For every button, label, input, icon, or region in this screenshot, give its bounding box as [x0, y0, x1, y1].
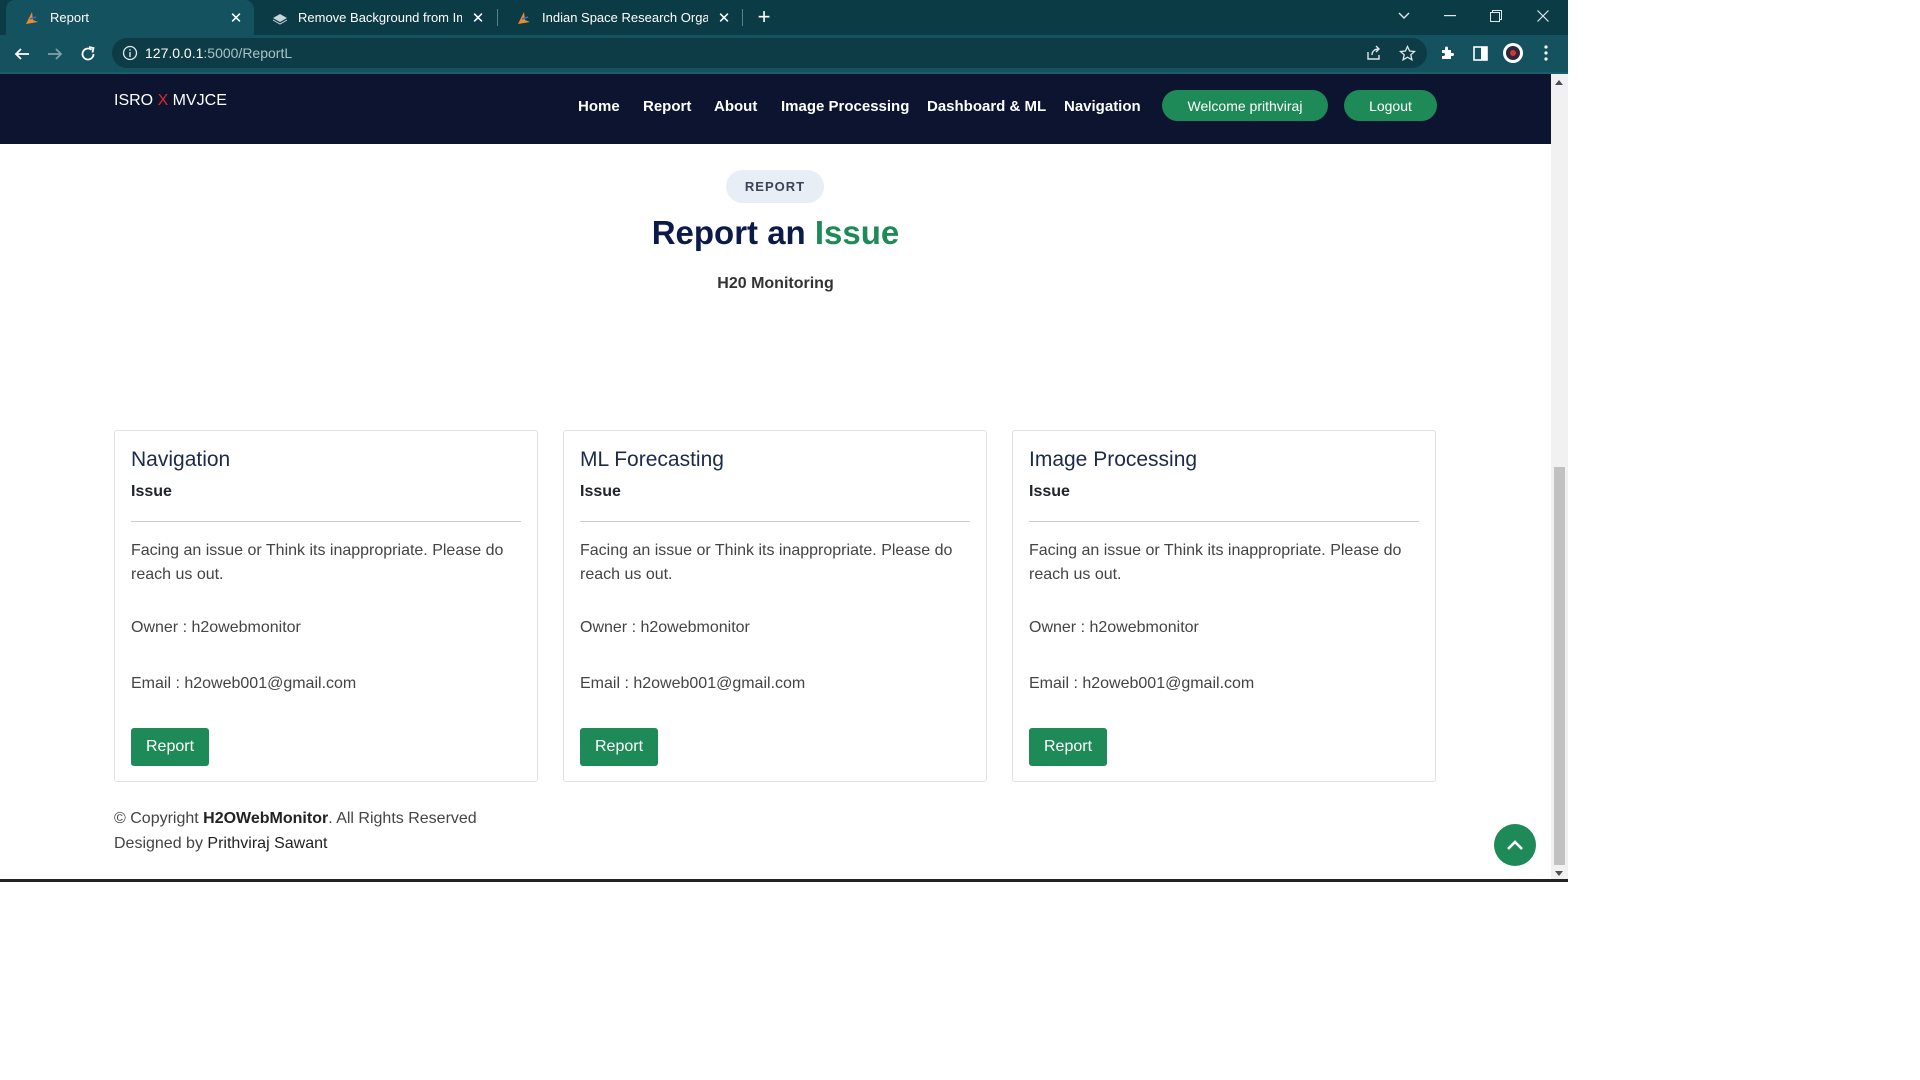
page-subtitle: H20 Monitoring — [717, 275, 834, 292]
card-description: Facing an issue or Think its inappropria… — [131, 542, 504, 583]
nav-navigation[interactable]: Navigation — [1064, 98, 1141, 115]
forward-arrow-icon[interactable] — [42, 41, 68, 67]
site-header: ISRO X MVJCE Home Report About Image Pro… — [0, 74, 1551, 144]
profile-icon[interactable] — [1501, 41, 1525, 65]
close-tab-icon[interactable]: ✕ — [716, 10, 732, 27]
url-path: :5000/ReportL — [203, 45, 293, 61]
nav-home[interactable]: Home — [578, 98, 620, 115]
logo-x: X — [157, 92, 169, 109]
close-tab-icon[interactable]: ✕ — [470, 10, 486, 27]
copyright-prefix: © Copyright — [114, 810, 204, 827]
url-host: 127.0.0.1 — [145, 45, 204, 61]
logout-button[interactable]: Logout — [1344, 90, 1437, 121]
card-email: Email : h2oweb001@gmail.com — [580, 675, 806, 692]
card-title: Navigation — [131, 448, 231, 471]
card-owner: Owner : h2owebmonitor — [131, 619, 301, 636]
scroll-up-arrow-icon[interactable] — [1555, 80, 1563, 85]
browser-tab-report[interactable]: Report ✕ — [6, 0, 254, 35]
logo-mvjce: MVJCE — [168, 92, 227, 109]
tab-separator — [742, 9, 743, 26]
layers-favicon-icon — [272, 10, 288, 26]
footer-copyright: © Copyright H2OWebMonitor. All Rights Re… — [114, 810, 477, 828]
card-description: Facing an issue or Think its inappropria… — [580, 542, 953, 583]
card-divider — [580, 521, 970, 522]
report-ml-forecasting-button[interactable]: Report — [580, 728, 658, 766]
card-divider — [1029, 521, 1419, 522]
page-scrollbar[interactable] — [1551, 74, 1568, 882]
card-divider — [131, 521, 521, 522]
tab-title: Report — [50, 10, 90, 25]
nav-about[interactable]: About — [714, 98, 757, 115]
extensions-icon[interactable] — [1435, 41, 1459, 65]
scrollbar-thumb[interactable] — [1554, 467, 1565, 865]
tab-title: Indian Space Research Organisati — [542, 10, 708, 25]
address-bar[interactable]: 127.0.0.1:5000/ReportL — [112, 38, 1427, 68]
close-window-icon[interactable] — [1520, 0, 1566, 32]
restore-icon[interactable] — [1473, 0, 1519, 32]
tab-title: Remove Background from Image — [298, 10, 462, 25]
url-text: 127.0.0.1:5000/ReportL — [145, 45, 292, 61]
card-subtitle: Issue — [1029, 483, 1070, 500]
card-owner: Owner : h2owebmonitor — [580, 619, 750, 636]
card-subtitle: Issue — [580, 483, 621, 500]
browser-tab-remove-bg[interactable]: Remove Background from Image ✕ — [254, 0, 496, 35]
reload-icon[interactable] — [75, 41, 101, 67]
card-email: Email : h2oweb001@gmail.com — [131, 675, 357, 692]
footer-designed-by: Designed by Prithviraj Sawant — [114, 835, 327, 853]
card-image-processing: Image Processing Issue Facing an issue o… — [1012, 430, 1436, 782]
card-email: Email : h2oweb001@gmail.com — [1029, 675, 1255, 692]
report-navigation-button[interactable]: Report — [131, 728, 209, 766]
browser-toolbar: 127.0.0.1:5000/ReportL — [0, 35, 1568, 72]
info-icon[interactable] — [122, 45, 138, 61]
scroll-down-arrow-icon[interactable] — [1555, 871, 1563, 876]
designed-prefix: Designed by — [114, 835, 208, 852]
nav-image-processing[interactable]: Image Processing — [781, 98, 909, 115]
card-owner: Owner : h2owebmonitor — [1029, 619, 1199, 636]
menu-dots-icon[interactable] — [1534, 41, 1558, 65]
nav-report[interactable]: Report — [643, 98, 691, 115]
browser-tab-strip: Report ✕ Remove Background from Image ✕ … — [0, 0, 1568, 35]
chevron-up-icon — [1507, 840, 1523, 850]
nav-dashboard-ml[interactable]: Dashboard & ML — [927, 98, 1046, 115]
section-badge: REPORT — [726, 170, 824, 203]
back-arrow-icon[interactable] — [9, 41, 35, 67]
card-title: ML Forecasting — [580, 448, 724, 471]
designer-link[interactable]: Prithviraj Sawant — [207, 835, 327, 852]
share-icon[interactable] — [1362, 41, 1386, 65]
window-bottom-edge — [0, 879, 1568, 882]
site-logo[interactable]: ISRO X MVJCE — [114, 92, 227, 110]
card-subtitle: Issue — [131, 483, 172, 500]
sidepanel-icon[interactable] — [1468, 41, 1492, 65]
browser-tab-isro[interactable]: Indian Space Research Organisati ✕ — [498, 0, 742, 35]
report-image-processing-button[interactable]: Report — [1029, 728, 1107, 766]
close-tab-icon[interactable]: ✕ — [228, 10, 244, 27]
card-description: Facing an issue or Think its inappropria… — [1029, 542, 1402, 583]
welcome-user-button[interactable]: Welcome prithviraj — [1162, 90, 1328, 121]
isro-favicon-icon — [24, 10, 40, 26]
new-tab-icon[interactable]: + — [753, 4, 775, 30]
card-title: Image Processing — [1029, 448, 1198, 471]
page-title-main: Report an — [651, 214, 815, 251]
back-to-top-button[interactable] — [1494, 824, 1536, 866]
card-ml-forecasting: ML Forecasting Issue Facing an issue or … — [563, 430, 987, 782]
tab-search-chevron-down-icon[interactable] — [1381, 0, 1427, 32]
page-title-accent: Issue — [814, 214, 900, 251]
minimize-icon[interactable] — [1427, 0, 1473, 32]
copyright-suffix: . All Rights Reserved — [328, 810, 477, 827]
star-icon[interactable] — [1395, 41, 1419, 65]
isro-favicon-icon — [516, 10, 532, 26]
card-navigation: Navigation Issue Facing an issue or Thin… — [114, 430, 538, 782]
page-title: Report an Issue — [0, 214, 1551, 252]
footer-brand: H2OWebMonitor — [203, 810, 329, 827]
logo-isro: ISRO — [114, 92, 158, 109]
